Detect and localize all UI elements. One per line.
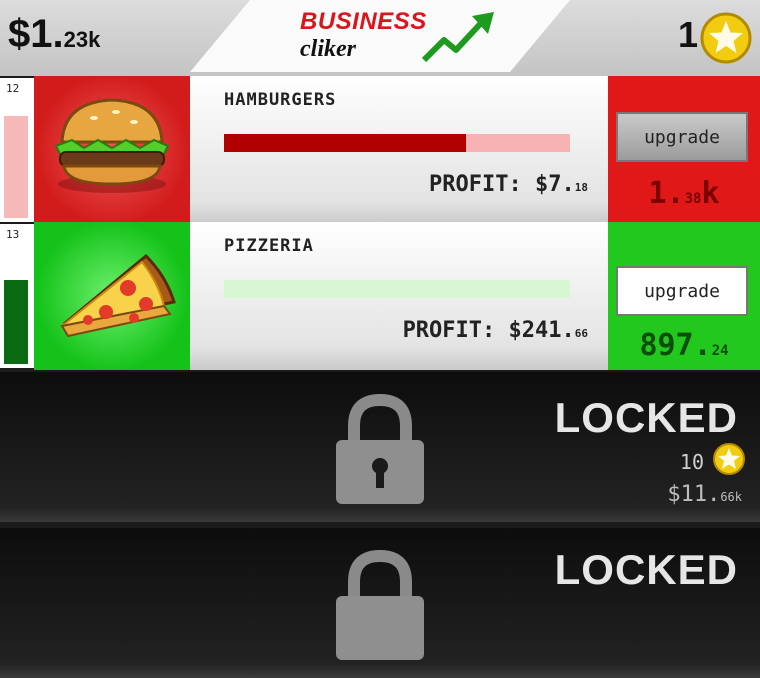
upgrade-panel: upgrade 897.24 bbox=[608, 222, 760, 370]
padlock-icon bbox=[336, 549, 424, 660]
level-meter-fill bbox=[4, 116, 28, 218]
locked-business-row[interactable]: LOCKED bbox=[0, 528, 760, 678]
level-meter-fill bbox=[4, 280, 28, 364]
top-bar: $1.23k BUSINESS cliker 1 bbox=[0, 0, 760, 76]
cost-main: 1. bbox=[648, 176, 685, 211]
unlock-price: $11.66k bbox=[667, 482, 742, 507]
business-info: HAMBURGERS PROFIT: $7.18 bbox=[190, 76, 608, 224]
cost-sub: 38 bbox=[684, 191, 702, 207]
money-suffix: 23k bbox=[63, 27, 101, 52]
star-coin-icon bbox=[713, 443, 745, 475]
hamburger-icon bbox=[54, 98, 170, 193]
profit-label: PROFIT: $241.66 bbox=[403, 318, 588, 343]
progress-bar bbox=[224, 134, 570, 152]
business-tile[interactable] bbox=[34, 76, 190, 224]
rising-arrow-icon bbox=[421, 12, 494, 63]
logo-business: BUSINESS bbox=[300, 8, 427, 35]
business-row-hamburgers: 12 HAMBURGERS PROFIT: $7.18 upgrade 1.38… bbox=[0, 76, 760, 224]
level-meter: 13 bbox=[0, 224, 34, 368]
price-main: $11. bbox=[667, 482, 721, 507]
profit-main: PROFIT: $241. bbox=[402, 318, 575, 343]
padlock-icon bbox=[336, 393, 424, 504]
cost-main: 897. bbox=[639, 328, 712, 363]
logo-cliker: cliker bbox=[300, 36, 356, 62]
progress-fill bbox=[224, 134, 467, 152]
money-display: $1.23k bbox=[8, 12, 100, 57]
progress-bar bbox=[224, 280, 570, 298]
locked-business-row[interactable]: LOCKED 10 $11.66k bbox=[0, 372, 760, 522]
profit-sub: 66 bbox=[574, 327, 588, 340]
level-number: 13 bbox=[6, 228, 20, 241]
coin-count: 1 bbox=[677, 14, 698, 55]
cost-sub: 24 bbox=[711, 343, 729, 359]
business-title: PIZZERIA bbox=[224, 236, 314, 256]
star-coin-icon bbox=[700, 12, 752, 64]
unlock-requirement: 10 bbox=[679, 450, 704, 474]
locked-label: LOCKED bbox=[554, 394, 738, 441]
level-meter: 12 bbox=[0, 78, 34, 222]
upgrade-cost: 897.24 bbox=[608, 328, 760, 363]
level-number: 12 bbox=[6, 82, 20, 95]
profit-main: PROFIT: $7. bbox=[429, 172, 575, 197]
profit-label: PROFIT: $7.18 bbox=[429, 172, 588, 197]
pizza-slice-icon bbox=[60, 253, 176, 338]
profit-sub: 18 bbox=[574, 181, 588, 194]
business-tile[interactable] bbox=[34, 222, 190, 370]
cost-suffix: k bbox=[701, 176, 720, 211]
upgrade-panel: upgrade 1.38k bbox=[608, 76, 760, 224]
locked-label: LOCKED bbox=[554, 546, 738, 593]
business-title: HAMBURGERS bbox=[224, 90, 337, 110]
upgrade-button[interactable]: upgrade bbox=[616, 266, 748, 316]
business-row-pizzeria: 13 PIZZERIA PROFIT: $241.66 upgrade 897.… bbox=[0, 222, 760, 370]
money-main: $1. bbox=[8, 12, 64, 56]
price-sub: 66k bbox=[720, 490, 742, 504]
upgrade-cost: 1.38k bbox=[608, 176, 760, 211]
upgrade-button[interactable]: upgrade bbox=[616, 112, 748, 162]
business-info: PIZZERIA PROFIT: $241.66 bbox=[190, 222, 608, 370]
